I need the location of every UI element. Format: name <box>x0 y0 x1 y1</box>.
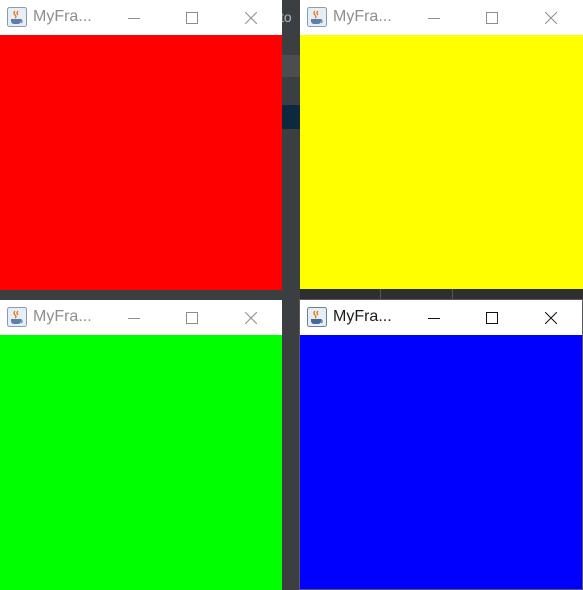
close-button[interactable] <box>528 303 574 333</box>
minimize-button[interactable] <box>111 303 157 333</box>
background-ide-strip <box>300 289 583 299</box>
yellow-panel <box>300 35 583 289</box>
frame-window-blue[interactable]: MyFra... <box>299 299 583 590</box>
minimize-icon <box>128 18 140 19</box>
java-coffee-cup-icon[interactable] <box>307 307 327 327</box>
maximize-button[interactable] <box>469 303 515 333</box>
background-ide-selected-row <box>280 105 300 129</box>
frame-window-yellow[interactable]: MyFra... <box>300 0 583 289</box>
minimize-icon <box>128 318 140 319</box>
window-title: MyFra... <box>333 8 392 25</box>
close-button[interactable] <box>528 3 574 33</box>
close-icon <box>245 12 257 24</box>
minimize-button[interactable] <box>411 303 457 333</box>
close-icon <box>545 12 557 24</box>
minimize-button[interactable] <box>111 3 157 33</box>
window-title: MyFra... <box>333 308 392 325</box>
title-bar[interactable]: MyFra... <box>0 0 282 35</box>
title-bar[interactable]: MyFra... <box>300 300 582 335</box>
close-button[interactable] <box>228 3 274 33</box>
blue-panel <box>300 335 582 589</box>
java-coffee-cup-icon[interactable] <box>7 7 27 27</box>
window-title: MyFra... <box>33 8 92 25</box>
title-bar[interactable]: MyFra... <box>0 300 282 335</box>
frame-window-green[interactable]: MyFra... <box>0 300 282 590</box>
title-bar[interactable]: MyFra... <box>300 0 583 35</box>
java-coffee-cup-icon[interactable] <box>307 7 327 27</box>
maximize-button[interactable] <box>169 3 215 33</box>
maximize-button[interactable] <box>169 303 215 333</box>
background-divider <box>452 289 453 299</box>
frame-window-red[interactable]: MyFra... <box>0 0 282 290</box>
minimize-icon <box>428 18 440 19</box>
red-panel <box>0 35 282 290</box>
minimize-button[interactable] <box>411 3 457 33</box>
window-title: MyFra... <box>33 308 92 325</box>
maximize-button[interactable] <box>469 3 515 33</box>
green-panel <box>0 335 282 590</box>
background-ide-text: to <box>280 9 292 25</box>
close-icon <box>545 312 557 324</box>
maximize-icon <box>486 312 498 324</box>
close-button[interactable] <box>228 303 274 333</box>
close-icon <box>245 312 257 324</box>
background-divider <box>380 289 381 299</box>
background-ide-toolbar <box>280 55 300 77</box>
java-coffee-cup-icon[interactable] <box>7 307 27 327</box>
maximize-icon <box>486 12 498 24</box>
maximize-icon <box>186 12 198 24</box>
minimize-icon <box>428 318 440 319</box>
maximize-icon <box>186 312 198 324</box>
